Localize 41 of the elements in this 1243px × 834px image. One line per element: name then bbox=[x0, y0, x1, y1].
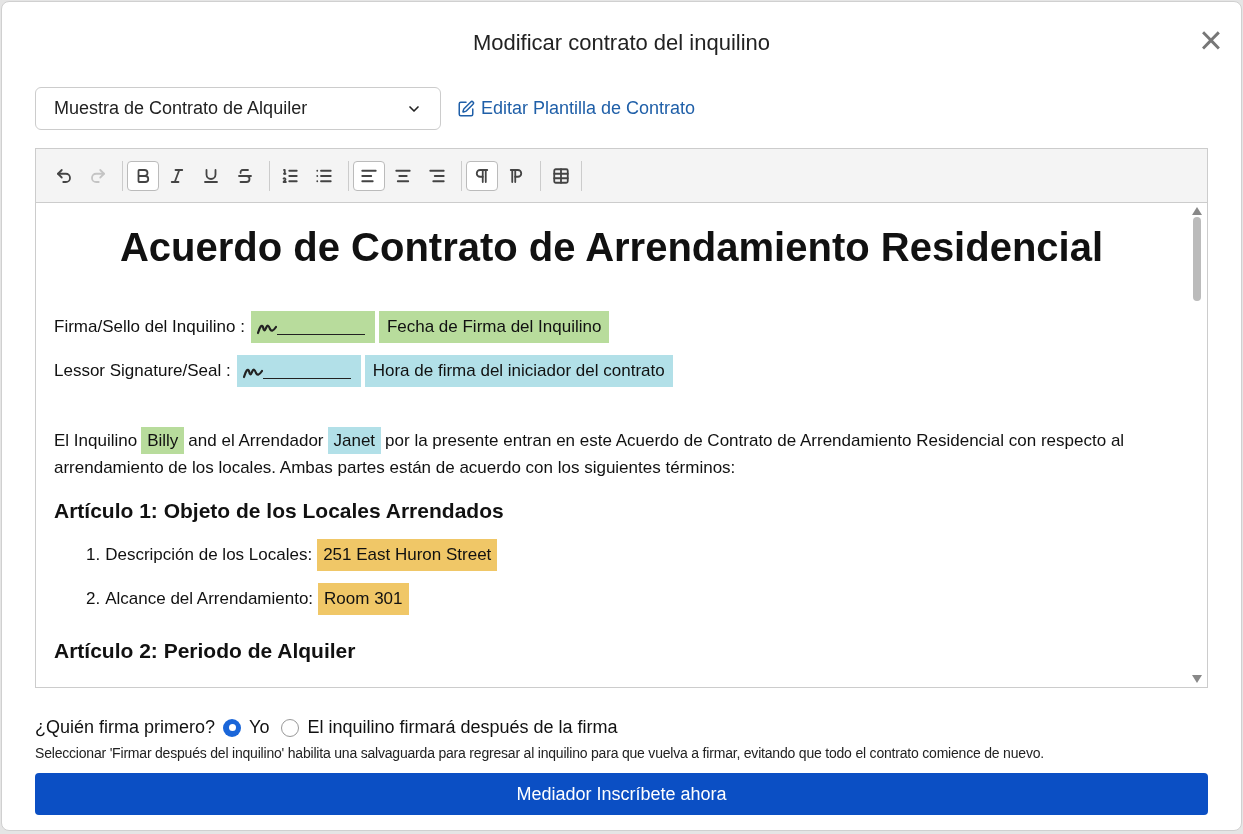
document-title: Acuerdo de Contrato de Arrendamiento Residencial bbox=[118, 224, 1105, 271]
left-to-right-button[interactable] bbox=[466, 160, 498, 191]
close-button[interactable]: × bbox=[1195, 20, 1227, 60]
left-to-right-icon bbox=[473, 166, 491, 185]
signing-order-option[interactable]: Yo bbox=[223, 714, 270, 741]
bold-button[interactable] bbox=[127, 160, 159, 191]
right-to-left-icon bbox=[507, 166, 525, 185]
template-select[interactable]: Muestra de Contrato de Alquiler bbox=[35, 87, 441, 130]
signature-field-tag: Hora de firma del iniciador del contrato bbox=[364, 355, 673, 387]
signature-field-tag: Fecha de Firma del Inquilino bbox=[378, 311, 610, 343]
edit-template-link[interactable]: Editar Plantilla de Contrato bbox=[457, 95, 696, 122]
signing-order-note: Seleccionar 'Firmar después del inquilino' habilita una salvaguarda para regresar al inquilino para que vuelva a firmar, evitando que todo el contrato comience de nuevo. bbox=[35, 744, 1045, 763]
signature-label: Firma/Sello del Inquilino : bbox=[54, 316, 245, 339]
radio-button[interactable] bbox=[223, 718, 242, 737]
item-label: Alcance del Arrendamiento: bbox=[105, 587, 314, 610]
undo-icon bbox=[55, 166, 73, 185]
signing-order-option[interactable]: El inquilino firmará después de la firma bbox=[281, 714, 618, 741]
scroll-down-icon bbox=[1192, 675, 1202, 683]
list-number: 1. bbox=[86, 543, 101, 566]
item-label: Descripción de los Locales: bbox=[105, 543, 313, 566]
section-heading: Artículo 2: Periodo de Alquiler bbox=[54, 637, 357, 664]
list-number: 2. bbox=[86, 587, 101, 610]
dialog-title: Modificar contrato del inquilino bbox=[472, 29, 771, 57]
section-heading: Artículo 1: Objeto de los Locales Arrendados bbox=[54, 498, 505, 524]
strikethrough-icon bbox=[236, 166, 254, 185]
numbered-list-icon bbox=[281, 166, 299, 185]
align-left-button[interactable] bbox=[353, 160, 385, 191]
edit-icon bbox=[457, 99, 475, 118]
signature-label: Lessor Signature/Seal : bbox=[54, 360, 231, 383]
table-icon bbox=[552, 166, 570, 185]
redo-icon bbox=[89, 166, 107, 185]
item-value-tag: Room 301 bbox=[318, 582, 409, 615]
scroll-up-icon bbox=[1192, 207, 1202, 215]
signing-order-question: ¿Quién firma primero? bbox=[35, 716, 216, 739]
underline-icon bbox=[202, 166, 220, 185]
submit-button[interactable]: Mediador Inscríbete ahora bbox=[35, 773, 1208, 815]
item-value-tag: 251 East Huron Street bbox=[317, 538, 498, 571]
italic-icon bbox=[168, 166, 186, 185]
agreement-paragraph: El Inquilino Billy and el Arrendador Janet por la presente entran en este Acuerdo de Contrato de Arrendamiento Residencial con respecto al arrendamiento de los locales. Ambas partes están de acuerdo con los siguientes términos: bbox=[54, 427, 1169, 481]
radio-button[interactable] bbox=[281, 718, 300, 737]
scrollbar-thumb[interactable] bbox=[1193, 217, 1201, 301]
